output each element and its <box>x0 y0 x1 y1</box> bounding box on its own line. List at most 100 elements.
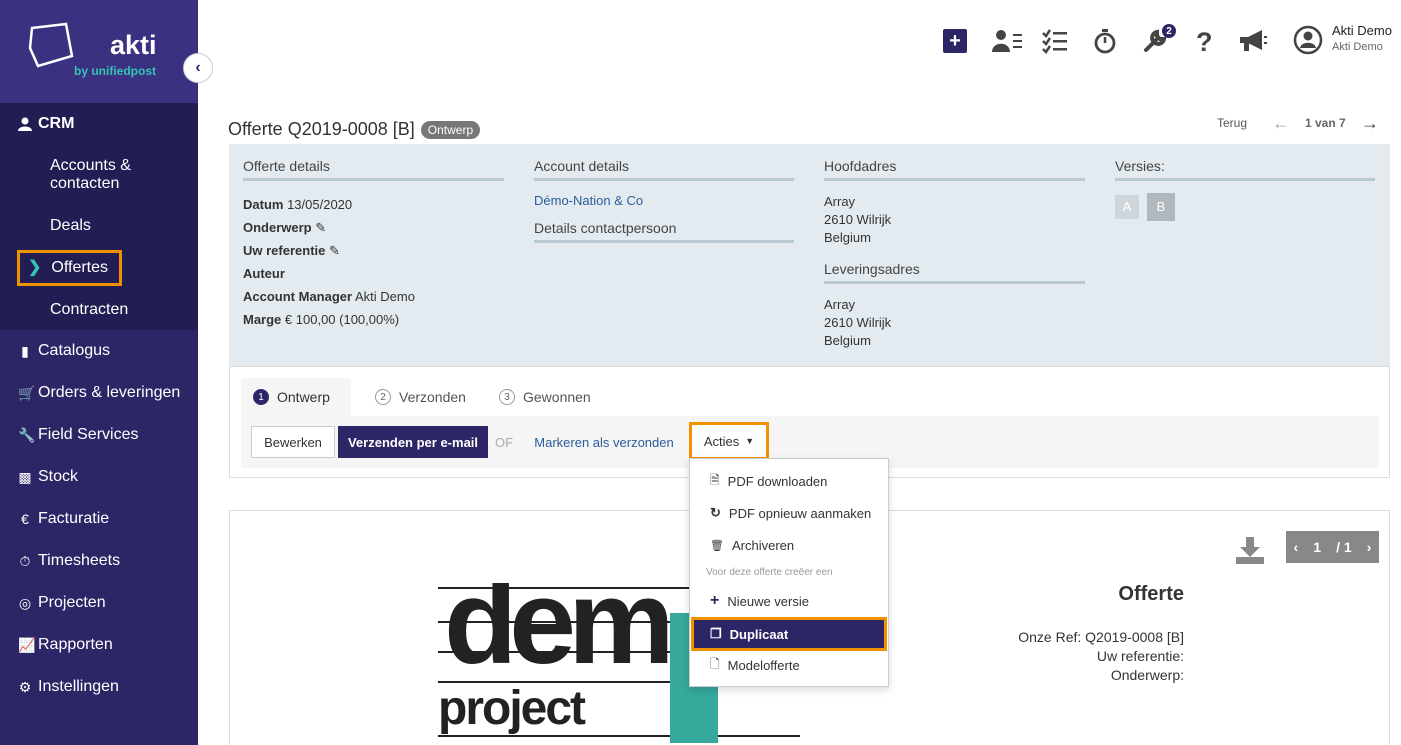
arrow-right-icon[interactable]: → <box>1361 113 1379 134</box>
datum-value: 13/05/2020 <box>287 197 353 212</box>
announcements-button[interactable] <box>1238 28 1268 61</box>
cubes-icon: ▩ <box>18 468 32 485</box>
sidebar-item-deals[interactable]: Deals <box>50 217 91 235</box>
help-icon[interactable]: ? <box>1196 27 1213 58</box>
marge-label: Marge <box>243 312 282 327</box>
copy-icon: ❐ <box>710 626 722 641</box>
versions-heading: Versies: <box>1115 158 1375 181</box>
sidebar-item-projecten[interactable]: ◎ Projecten <box>18 594 106 612</box>
menu-item-pdf-regenerate[interactable]: ↻ PDF opnieuw aanmaken <box>690 503 888 523</box>
sidebar-item-contracten[interactable]: Contracten <box>50 301 128 319</box>
menu-item-archive[interactable]: 🗑 Archiveren <box>690 535 888 555</box>
page-current[interactable]: 1 <box>1313 539 1321 555</box>
marge-row: Marge € 100,00 (100,00%) <box>243 308 504 331</box>
step-number: 1 <box>253 389 269 405</box>
offer-details: Offerte details Datum 13/05/2020 Onderwe… <box>243 158 504 331</box>
details-panel: Offerte details Datum 13/05/2020 Onderwe… <box>229 144 1390 366</box>
auteur-label: Auteur <box>243 266 285 281</box>
account-link[interactable]: Démo-Nation & Co <box>534 189 794 212</box>
user-name[interactable]: Akti Demo <box>1332 23 1392 38</box>
contacts-button[interactable] <box>992 28 1024 61</box>
chart-icon: 📈 <box>18 636 36 653</box>
tab-ontwerp[interactable]: 1 Ontwerp <box>241 378 351 416</box>
edit-button[interactable]: Bewerken <box>251 426 335 458</box>
menu-item-template[interactable]: 🗋 Modelofferte <box>690 655 888 675</box>
nav-crm-label: CRM <box>38 115 75 132</box>
sidebar-item-timesheets[interactable]: ⏱ Timesheets <box>18 552 121 570</box>
acties-dropdown-button[interactable]: Acties ▼ <box>689 422 769 460</box>
gear-icon: ⚙ <box>18 678 32 695</box>
next-page-icon[interactable]: › <box>1367 539 1372 555</box>
brand-name: akti <box>110 30 157 60</box>
menu-item-label: Archiveren <box>731 537 795 553</box>
tab-verzonden[interactable]: 2 Verzonden <box>363 378 466 416</box>
back-link[interactable]: Terug <box>1217 116 1247 130</box>
doc-title: Offerte <box>1118 583 1184 605</box>
version-b-button[interactable]: B <box>1147 193 1175 221</box>
page-navigator: ‹ 1 / 1 › <box>1286 531 1379 563</box>
sidebar-item-orders[interactable]: 🛒 Orders & leveringen <box>18 384 180 402</box>
wrench-icon: 🔧 <box>18 426 36 443</box>
datum-label: Datum <box>243 197 284 212</box>
auteur-row: Auteur <box>243 262 504 285</box>
sidebar-item-stock[interactable]: ▩ Stock <box>18 468 78 486</box>
doc-uw-ref: Uw referentie: <box>1096 648 1184 664</box>
menu-item-label: Duplicaat <box>729 626 789 642</box>
offer-details-heading: Offerte details <box>243 158 504 181</box>
tab-label: Gewonnen <box>523 389 591 405</box>
plus-icon: + <box>943 29 967 53</box>
brand-tagline: by unifiedpost <box>74 64 156 78</box>
sidebar-item-catalogus[interactable]: ▮ Catalogus <box>18 342 110 360</box>
logo[interactable]: akti by unifiedpost <box>0 0 198 103</box>
file-icon: 🗋 <box>710 656 720 671</box>
sidebar-collapse-button[interactable]: ‹ <box>183 53 213 83</box>
onderwerp-label: Onderwerp <box>243 220 312 235</box>
logo-text-bottom: project <box>438 682 586 735</box>
send-email-button[interactable]: Verzenden per e-mail <box>338 426 488 458</box>
manager-label: Account Manager <box>243 289 353 304</box>
pencil-icon[interactable]: ✎ <box>315 220 326 235</box>
chevron-right-icon: ❯ <box>28 259 42 276</box>
menu-item-pdf-download[interactable]: 🗎 PDF downloaden <box>690 471 888 491</box>
sidebar-item-accounts[interactable]: Accounts & contacten <box>50 157 198 193</box>
caret-down-icon: ▼ <box>745 436 755 446</box>
marge-value: € 100,00 (100,00%) <box>284 312 400 327</box>
download-icon <box>1236 537 1264 564</box>
menu-item-label: PDF downloaden <box>727 473 828 489</box>
tab-gewonnen[interactable]: 3 Gewonnen <box>487 378 591 416</box>
menu-item-label: Modelofferte <box>727 657 800 673</box>
step-number: 2 <box>375 389 391 405</box>
datum-row: Datum 13/05/2020 <box>243 193 504 216</box>
tools-button[interactable]: 2 <box>1142 24 1176 61</box>
account-details-heading: Account details <box>534 158 794 181</box>
sidebar-item-instellingen[interactable]: ⚙ Instellingen <box>18 678 119 696</box>
arrow-left-icon[interactable]: ← <box>1272 113 1290 134</box>
mark-sent-link[interactable]: Markeren als verzonden <box>534 426 674 458</box>
version-a-button[interactable]: A <box>1115 195 1139 219</box>
stopwatch-icon <box>1094 29 1116 54</box>
menu-item-new-version[interactable]: + Nieuwe versie <box>690 591 888 611</box>
sidebar-item-field-services[interactable]: 🔧 Field Services <box>18 426 138 444</box>
menu-item-duplicate[interactable]: ❐ Duplicaat <box>691 617 887 651</box>
main-address-line: 2610 Wilrijk <box>824 212 892 227</box>
user-avatar[interactable] <box>1293 25 1323 62</box>
euro-icon: € <box>21 511 29 527</box>
delivery-address-heading: Leveringsadres <box>824 261 1085 284</box>
tab-label: Ontwerp <box>277 389 330 405</box>
main-address-heading: Hoofdadres <box>824 158 1085 181</box>
sidebar-item-label: Catalogus <box>38 342 111 359</box>
timer-button[interactable] <box>1093 28 1117 61</box>
tasks-button[interactable] <box>1042 28 1068 61</box>
megaphone-icon <box>1240 30 1267 51</box>
add-button[interactable]: + <box>943 29 967 53</box>
prev-page-icon[interactable]: ‹ <box>1294 539 1299 555</box>
sidebar-item-offertes[interactable]: ❯ Offertes <box>17 250 122 286</box>
pager-text: 1 van 7 <box>1305 116 1346 130</box>
notification-badge: 2 <box>1162 24 1176 38</box>
sidebar-item-facturatie[interactable]: € Facturatie <box>18 510 109 528</box>
download-button[interactable] <box>1234 535 1266 565</box>
main-address-line: Array <box>824 194 856 209</box>
sidebar-item-rapporten[interactable]: 📈 Rapporten <box>18 636 113 654</box>
pencil-icon[interactable]: ✎ <box>329 243 340 258</box>
nav-crm[interactable]: CRM <box>18 115 74 133</box>
